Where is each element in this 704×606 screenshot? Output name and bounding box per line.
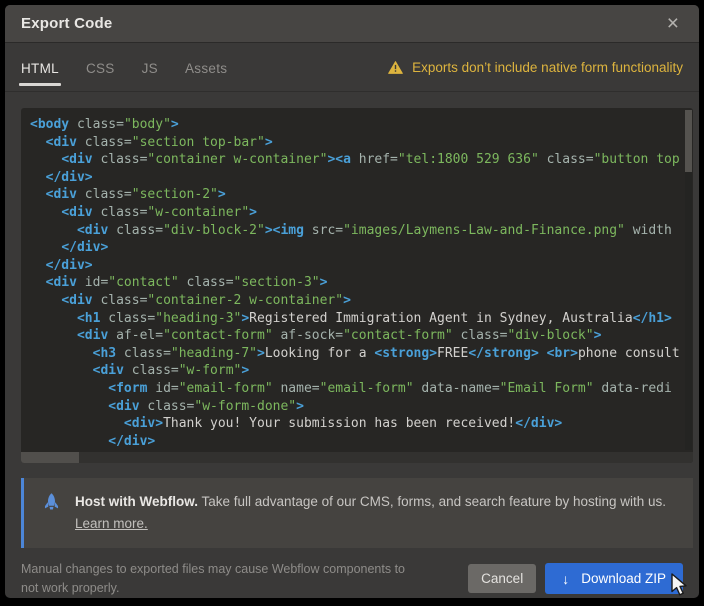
code-line: <div class="section-2"> <box>30 186 682 204</box>
tab-bar: HTML CSS JS Assets Exports don’t include… <box>5 43 699 92</box>
mouse-cursor <box>670 573 690 599</box>
code-line: </div> <box>30 239 682 257</box>
code-line: <div class="w-form"> <box>30 362 682 380</box>
dialog-title: Export Code <box>21 15 112 32</box>
code-line: </div> <box>30 433 682 450</box>
code-line: <div class="container w-container"><a hr… <box>30 151 682 169</box>
tab-js[interactable]: JS <box>142 46 158 89</box>
rocket-icon <box>43 493 60 512</box>
code-line: <h3 class="heading-7">Looking for a <str… <box>30 345 682 363</box>
warning-icon <box>388 61 403 74</box>
vertical-scrollbar[interactable] <box>685 110 692 450</box>
banner-body: Take full advantage of our CMS, forms, a… <box>198 494 666 509</box>
vertical-scrollbar-thumb[interactable] <box>685 110 692 172</box>
code-line: <div class="section top-bar"> <box>30 134 682 152</box>
code-line: <div class="container-2 w-container"> <box>30 292 682 310</box>
horizontal-scrollbar[interactable] <box>21 452 693 463</box>
code-line: <form id="email-form" name="email-form" … <box>30 380 682 398</box>
export-code-dialog: Export Code × HTML CSS JS Assets Exports… <box>5 5 699 598</box>
code-line: </div> <box>30 169 682 187</box>
tab-html[interactable]: HTML <box>21 46 59 89</box>
code-line: <div class="w-container"> <box>30 204 682 222</box>
footer-buttons: Cancel ↓ Download ZIP <box>468 563 683 594</box>
learn-more-link[interactable]: Learn more. <box>75 516 148 531</box>
code-line: <div class="div-block-2"><img src="image… <box>30 222 682 240</box>
code-line: <h1 class="heading-3">Registered Immigra… <box>30 310 682 328</box>
tab-assets[interactable]: Assets <box>185 46 227 89</box>
code-line: <div af-el="contact-form" af-sock="conta… <box>30 327 682 345</box>
tab-css[interactable]: CSS <box>86 46 115 89</box>
cancel-button[interactable]: Cancel <box>468 564 536 593</box>
banner-text: Host with Webflow. Take full advantage o… <box>75 491 666 536</box>
form-warning: Exports don’t include native form functi… <box>388 60 683 75</box>
code-line: <body class="body"> <box>30 116 682 134</box>
code-line: <div class="w-form-done"> <box>30 398 682 416</box>
code-line: <div>Thank you! Your submission has been… <box>30 415 682 433</box>
download-label: Download ZIP <box>581 571 666 586</box>
banner-title: Host with Webflow. <box>75 494 198 509</box>
warning-text: Exports don’t include native form functi… <box>412 60 683 75</box>
download-icon: ↓ <box>562 572 569 586</box>
close-icon[interactable]: × <box>663 11 683 36</box>
footer: Manual changes to exported files may cau… <box>5 548 699 598</box>
hosting-banner: Host with Webflow. Take full advantage o… <box>21 478 693 548</box>
download-zip-button[interactable]: ↓ Download ZIP <box>545 563 683 594</box>
horizontal-scrollbar-thumb[interactable] <box>21 452 79 463</box>
code-line: </div> <box>30 257 682 275</box>
title-bar: Export Code × <box>5 5 699 43</box>
code-lines: <body class="body"> <div class="section … <box>30 116 682 450</box>
code-line: <div id="contact" class="section-3"> <box>30 274 682 292</box>
footer-note: Manual changes to exported files may cau… <box>21 560 421 598</box>
code-editor[interactable]: <body class="body"> <div class="section … <box>21 108 693 463</box>
